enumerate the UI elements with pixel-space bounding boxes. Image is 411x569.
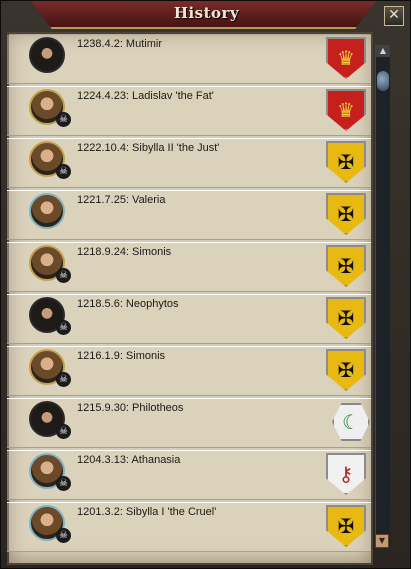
title-bar: History ✕ bbox=[1, 1, 411, 29]
character-portrait[interactable] bbox=[29, 37, 65, 73]
entry-label: 1222.10.4: Sibylla II 'the Just' bbox=[77, 142, 220, 154]
history-window: History ✕ 1238.4.2: Mutimir ♛ ☠ 1224.4.2… bbox=[0, 0, 411, 569]
crown-icon[interactable]: ♛ bbox=[326, 89, 366, 131]
list-item[interactable]: ☠ 1204.3.13: Athanasia ⚷ bbox=[7, 450, 371, 500]
entry-label: 1204.3.13: Athanasia bbox=[77, 454, 181, 466]
scroll-up-button[interactable]: ▲ bbox=[376, 45, 390, 57]
entry-label: 1216.1.9: Simonis bbox=[77, 350, 166, 362]
skull-icon: ☠ bbox=[56, 164, 71, 179]
entry-label: 1218.9.24: Simonis bbox=[77, 246, 172, 258]
entry-label: 1238.4.2: Mutimir bbox=[77, 38, 162, 50]
window-title: History bbox=[173, 4, 240, 22]
skull-icon: ☠ bbox=[56, 268, 71, 283]
list-item[interactable]: 1221.7.25: Valeria ✠ bbox=[7, 190, 371, 240]
list-item[interactable]: ☠ 1218.5.6: Neophytos ✠ bbox=[7, 294, 371, 344]
list-item[interactable]: ☠ 1222.10.4: Sibylla II 'the Just' ✠ bbox=[7, 138, 371, 188]
entry-label: 1218.5.6: Neophytos bbox=[77, 298, 179, 310]
list-item[interactable]: ☠ 1224.4.23: Ladislav 'the Fat' ♛ bbox=[7, 86, 371, 136]
eagle-icon[interactable]: ✠ bbox=[326, 297, 366, 339]
entry-label: 1215.9.30: Philotheos bbox=[77, 402, 184, 414]
scroll-thumb[interactable] bbox=[377, 71, 389, 91]
entry-label: 1224.4.23: Ladislav 'the Fat' bbox=[77, 90, 214, 102]
skull-icon: ☠ bbox=[56, 372, 71, 387]
skull-icon: ☠ bbox=[56, 528, 71, 543]
crown-icon[interactable]: ♛ bbox=[326, 37, 366, 79]
scrollbar[interactable]: ▲ bbox=[375, 45, 390, 547]
eagle-icon[interactable]: ✠ bbox=[326, 141, 366, 183]
list-item[interactable]: 1238.4.2: Mutimir ♛ bbox=[7, 35, 371, 84]
list-item[interactable]: ☠ 1218.9.24: Simonis ✠ bbox=[7, 242, 371, 292]
close-button[interactable]: ✕ bbox=[384, 6, 404, 26]
skull-icon: ☠ bbox=[56, 112, 71, 127]
eagle-icon[interactable]: ✠ bbox=[326, 193, 366, 235]
crescent-icon[interactable]: ☾ bbox=[332, 403, 370, 441]
keys-icon[interactable]: ⚷ bbox=[326, 453, 366, 495]
skull-icon: ☠ bbox=[56, 424, 71, 439]
entry-label: 1201.3.2: Sibylla I 'the Cruel' bbox=[77, 506, 217, 518]
entry-label: 1221.7.25: Valeria bbox=[77, 194, 166, 206]
eagle-icon[interactable]: ✠ bbox=[326, 349, 366, 391]
eagle-icon[interactable]: ✠ bbox=[326, 505, 366, 547]
list-item[interactable]: ☠ 1215.9.30: Philotheos ☾ bbox=[7, 398, 371, 448]
eagle-icon[interactable]: ✠ bbox=[326, 245, 366, 287]
history-list: 1238.4.2: Mutimir ♛ ☠ 1224.4.23: Ladisla… bbox=[7, 35, 371, 554]
list-item[interactable]: ☠ 1216.1.9: Simonis ✠ bbox=[7, 346, 371, 396]
skull-icon: ☠ bbox=[56, 476, 71, 491]
skull-icon: ☠ bbox=[56, 320, 71, 335]
character-portrait[interactable] bbox=[29, 193, 65, 229]
scroll-down-button[interactable]: ▼ bbox=[375, 534, 389, 548]
list-item[interactable]: ☠ 1201.3.2: Sibylla I 'the Cruel' ✠ bbox=[7, 502, 371, 552]
